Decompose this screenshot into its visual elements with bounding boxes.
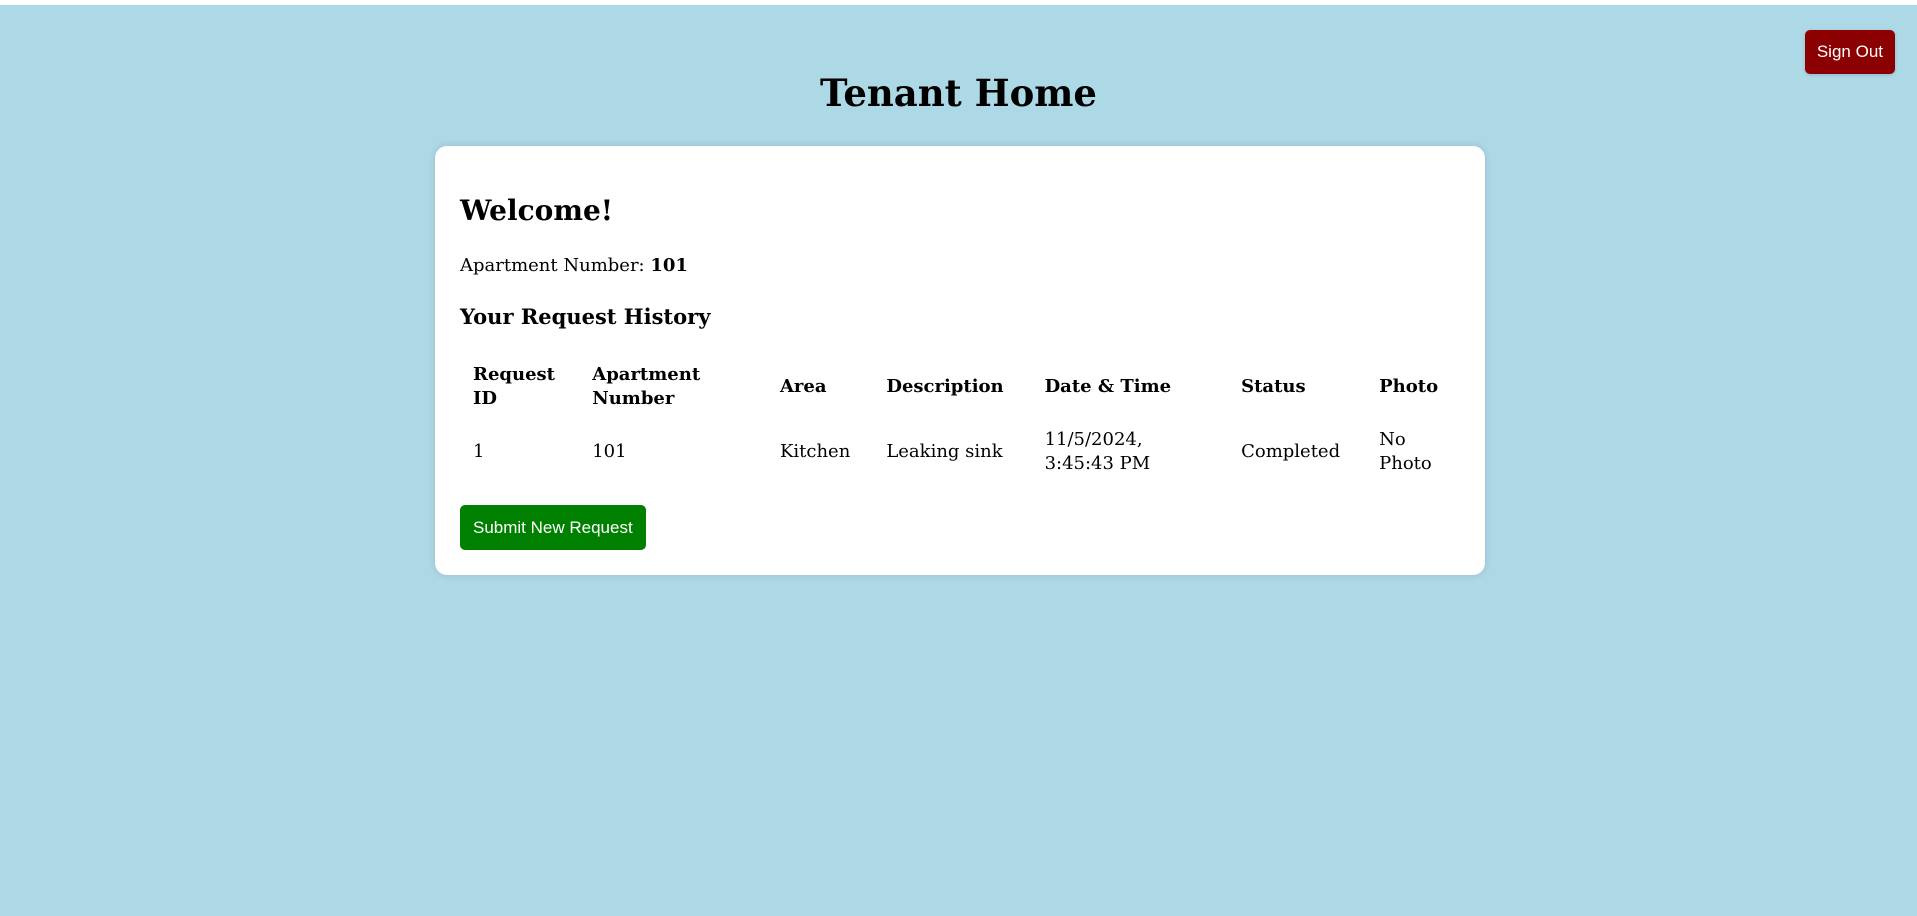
- page-title: Tenant Home: [820, 71, 1097, 115]
- apartment-number-line: Apartment Number: 101: [460, 254, 688, 278]
- cell-description: Leaking sink: [886, 440, 1003, 462]
- table-row: 1 101 Kitchen Leaking sink 11/5/2024, 3:…: [460, 419, 1460, 484]
- tenant-card: Welcome! Apartment Number: 101 Your Requ…: [435, 146, 1485, 575]
- column-header-status: Status: [1241, 376, 1306, 397]
- column-header-area: Area: [779, 376, 827, 397]
- column-header-description: Description: [886, 376, 1004, 397]
- column-header-apartment-number: Apartment Number: [592, 364, 701, 409]
- page-background: Sign Out Tenant Home Welcome! Apartment …: [0, 5, 1917, 916]
- column-header-request-id: Request ID: [473, 364, 555, 409]
- column-header-photo: Photo: [1379, 376, 1439, 397]
- cell-apartment-number: 101: [592, 440, 627, 462]
- cell-status: Completed: [1241, 440, 1341, 462]
- sign-out-button[interactable]: Sign Out: [1804, 30, 1895, 74]
- column-header-date-time: Date & Time: [1044, 376, 1172, 397]
- table-header-row: Request ID Apartment Number Area Descrip…: [460, 355, 1460, 419]
- submit-new-request-button[interactable]: Submit New Request: [460, 505, 646, 550]
- request-history-table: Request ID Apartment Number Area Descrip…: [460, 355, 1460, 484]
- cell-date-time: 11/5/2024, 3:45:43 PM: [1044, 428, 1151, 474]
- cell-photo: No Photo: [1379, 428, 1432, 474]
- apartment-number-value: 101: [650, 255, 688, 276]
- welcome-heading: Welcome!: [460, 194, 614, 227]
- request-history-heading: Your Request History: [460, 304, 711, 329]
- apartment-number-label: Apartment Number:: [460, 255, 645, 276]
- cell-request-id: 1: [473, 440, 485, 462]
- cell-area: Kitchen: [779, 440, 851, 462]
